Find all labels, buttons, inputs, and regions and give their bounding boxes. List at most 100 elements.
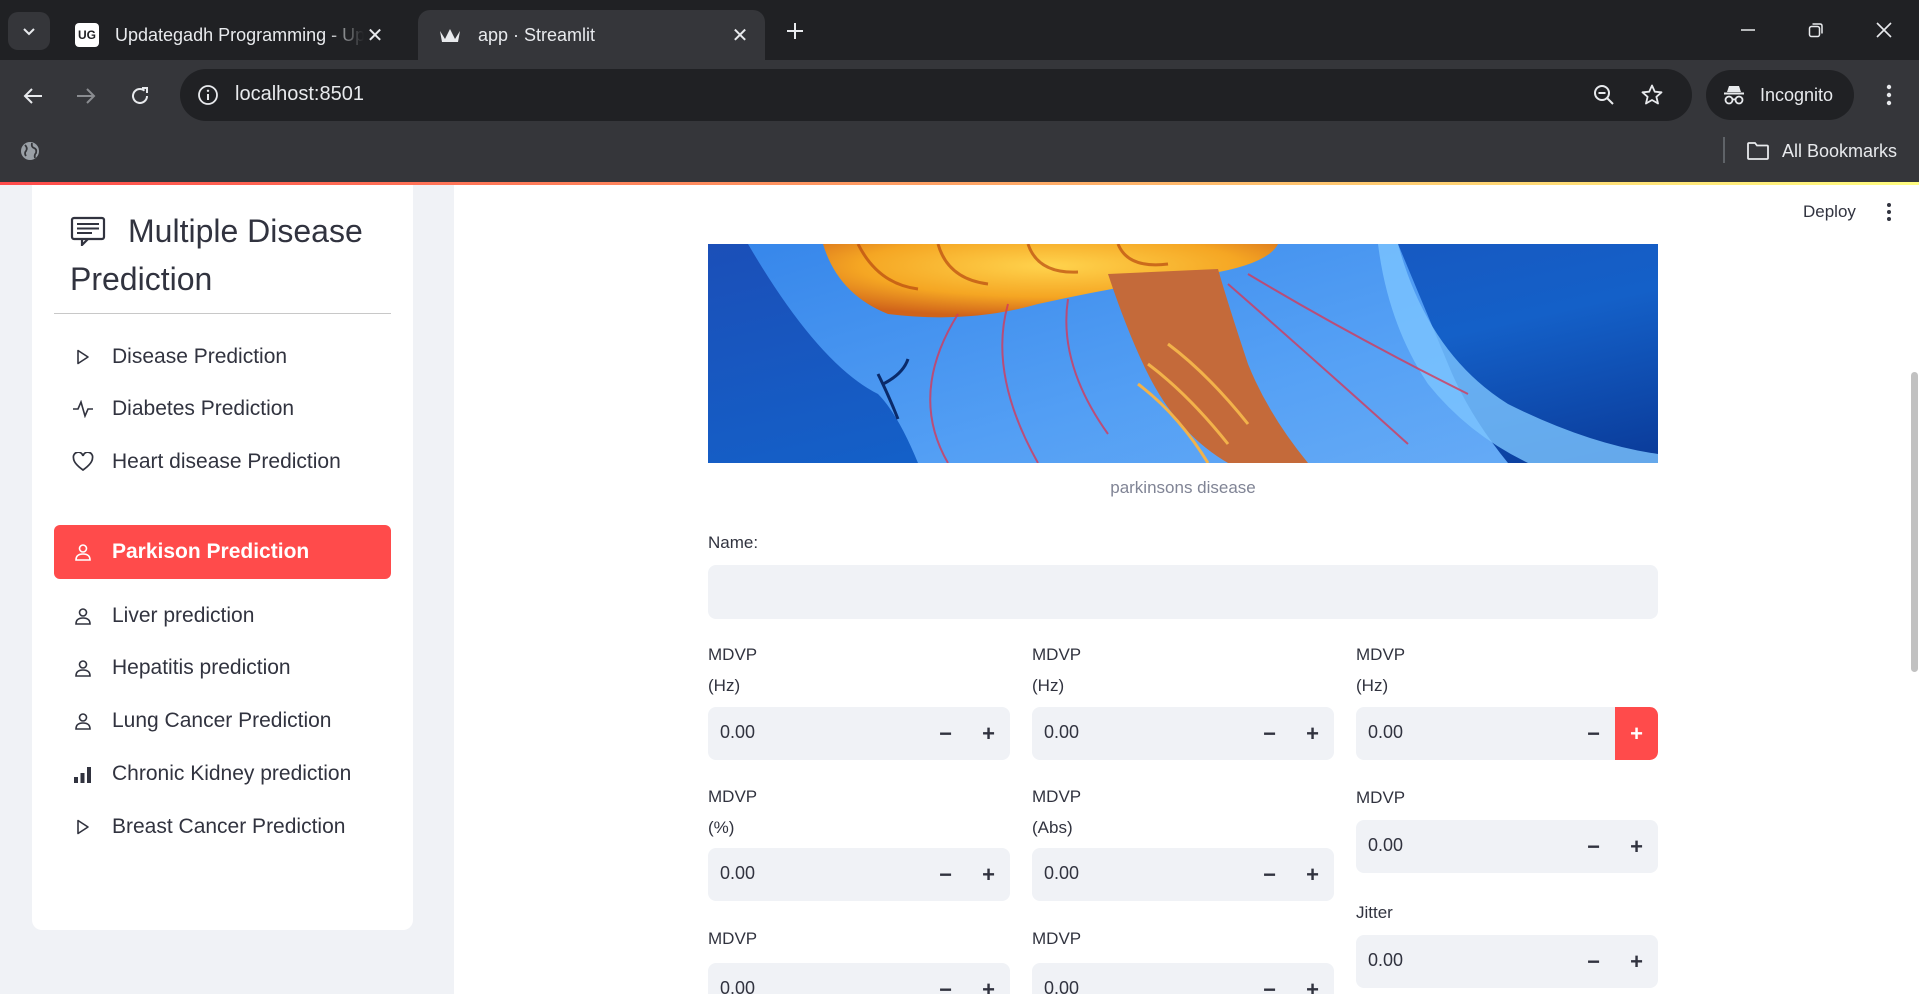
site-info-icon[interactable] [194, 81, 222, 109]
sidebar-item-label: Liver prediction [112, 604, 255, 627]
decrement-button[interactable]: − [1248, 963, 1291, 994]
browser-menu-button[interactable] [1874, 80, 1904, 110]
field-label: MDVP [1356, 788, 1406, 807]
more-vertical-icon [1887, 203, 1891, 221]
chevron-down-icon [23, 28, 35, 36]
decrement-button[interactable]: − [1248, 707, 1291, 760]
mdvp-jitter-abs-number-input[interactable]: 0.00 − + [1032, 848, 1334, 901]
deploy-button[interactable]: Deploy [1791, 193, 1868, 231]
number-value: 0.00 [720, 722, 756, 742]
field-label: MDVP (Hz) [708, 645, 758, 695]
increment-button[interactable]: + [1615, 707, 1658, 760]
field-label: MDVP [708, 929, 758, 948]
bar-chart-icon [72, 763, 94, 785]
parkinsons-illustration-image [708, 244, 1658, 463]
zoom-icon[interactable] [1590, 81, 1618, 109]
sidebar-item-hepatitis-prediction[interactable]: Hepatitis prediction [54, 641, 391, 695]
sidebar-item-heart-disease-prediction[interactable]: Heart disease Prediction [54, 435, 391, 489]
close-tab-icon[interactable]: ✕ [729, 24, 751, 47]
tab-search-button[interactable] [8, 12, 50, 50]
all-bookmarks-button[interactable]: All Bookmarks [1746, 136, 1897, 166]
globe-icon[interactable] [16, 137, 44, 165]
scrollbar-thumb[interactable] [1911, 372, 1918, 672]
play-icon [72, 346, 94, 368]
mdvp-shimmer-number-input[interactable]: 0.00 − + [1032, 963, 1334, 994]
increment-button[interactable]: + [1615, 820, 1658, 873]
number-value: 0.00 [1044, 722, 1080, 742]
close-tab-icon[interactable]: ✕ [364, 24, 386, 47]
sidebar-item-chronic-kidney-prediction[interactable]: Chronic Kidney prediction [54, 747, 391, 801]
bookmark-star-icon[interactable] [1638, 81, 1666, 109]
decrement-button[interactable]: − [1248, 848, 1291, 901]
forward-button[interactable] [68, 78, 104, 114]
address-bar[interactable]: localhost:8501 [180, 69, 1692, 121]
sidebar: Multiple Disease Prediction Disease Pred… [0, 185, 454, 994]
incognito-profile-button[interactable]: Incognito [1706, 70, 1854, 120]
number-value: 0.00 [1044, 863, 1080, 883]
number-value: 0.00 [1044, 978, 1080, 994]
number-value: 0.00 [1368, 950, 1404, 970]
sidebar-item-parkison-prediction[interactable]: Parkison Prediction [54, 525, 391, 579]
number-value: 0.00 [720, 978, 756, 994]
number-value: 0.00 [1368, 722, 1404, 742]
increment-button[interactable]: + [967, 963, 1010, 994]
close-window-button[interactable] [1850, 0, 1918, 60]
mdvp-jitter-percent-number-input[interactable]: 0.00 − + [708, 848, 1010, 901]
increment-button[interactable]: + [1291, 707, 1334, 760]
incognito-label: Incognito [1760, 84, 1834, 105]
tab-streamlit-app[interactable]: app · Streamlit ✕ [418, 10, 765, 60]
mdvp-fo-number-input[interactable]: 0.00 − + [708, 707, 1010, 760]
plus-icon [787, 23, 803, 39]
decrement-button[interactable]: − [1572, 820, 1615, 873]
mdvp-rap-number-input[interactable]: 0.00 − + [1356, 820, 1658, 873]
decrement-button[interactable]: − [924, 707, 967, 760]
sidebar-item-label: Parkison Prediction [112, 540, 310, 563]
activity-icon [72, 398, 94, 420]
incognito-icon [1724, 86, 1744, 105]
field-label: MDVP (Hz) [1032, 645, 1082, 695]
main-content: Deploy parkinsons disease Name: MDVP (Hz… [454, 185, 1919, 994]
decrement-button[interactable]: − [1572, 707, 1615, 760]
person-icon [72, 657, 94, 679]
app-menu-button[interactable] [1874, 197, 1904, 227]
field-label: MDVP (%) [708, 787, 758, 837]
increment-button[interactable]: + [1615, 935, 1658, 988]
tab-title: app · Streamlit [478, 24, 596, 45]
decrement-button[interactable]: − [924, 963, 967, 994]
increment-button[interactable]: + [967, 707, 1010, 760]
tab-title: Updategadh Programming - Up [115, 24, 364, 45]
name-input[interactable] [708, 565, 1658, 619]
message-list-icon [70, 211, 106, 248]
sidebar-item-label: Disease Prediction [112, 345, 288, 368]
sidebar-item-label: Diabetes Prediction [112, 397, 295, 420]
tab-updategadh[interactable]: UG Updategadh Programming - Up ✕ [55, 10, 400, 60]
sidebar-item-disease-prediction[interactable]: Disease Prediction [54, 330, 391, 384]
increment-button[interactable]: + [967, 848, 1010, 901]
menu-title-text: Multiple Disease Prediction [70, 213, 363, 297]
name-label: Name: [708, 533, 759, 552]
field-label: Jitter [1356, 903, 1393, 922]
sidebar-item-label: Hepatitis prediction [112, 656, 291, 679]
minimize-window-button[interactable] [1714, 0, 1782, 60]
sidebar-item-diabetes-prediction[interactable]: Diabetes Prediction [54, 382, 391, 436]
mdvp-flo-number-input[interactable]: 0.00 − + [1356, 707, 1658, 760]
decrement-button[interactable]: − [924, 848, 967, 901]
mdvp-ppq-number-input[interactable]: 0.00 − + [708, 963, 1010, 994]
all-bookmarks-label: All Bookmarks [1782, 140, 1898, 161]
new-tab-button[interactable] [780, 16, 810, 46]
sidebar-item-lung-cancer-prediction[interactable]: Lung Cancer Prediction [54, 694, 391, 748]
number-value: 0.00 [720, 863, 756, 883]
menu-title: Multiple Disease Prediction [70, 207, 400, 303]
reload-button[interactable] [122, 78, 158, 114]
mdvp-fhi-number-input[interactable]: 0.00 − + [1032, 707, 1334, 760]
sidebar-item-liver-prediction[interactable]: Liver prediction [54, 589, 391, 643]
field-label: MDVP [1032, 929, 1082, 948]
increment-button[interactable]: + [1291, 848, 1334, 901]
back-button[interactable] [15, 78, 51, 114]
decrement-button[interactable]: − [1572, 935, 1615, 988]
restore-icon [1808, 23, 1823, 38]
sidebar-item-breast-cancer-prediction[interactable]: Breast Cancer Prediction [54, 800, 391, 854]
restore-window-button[interactable] [1782, 0, 1850, 60]
increment-button[interactable]: + [1291, 963, 1334, 994]
jitter-ddp-number-input[interactable]: 0.00 − + [1356, 935, 1658, 988]
